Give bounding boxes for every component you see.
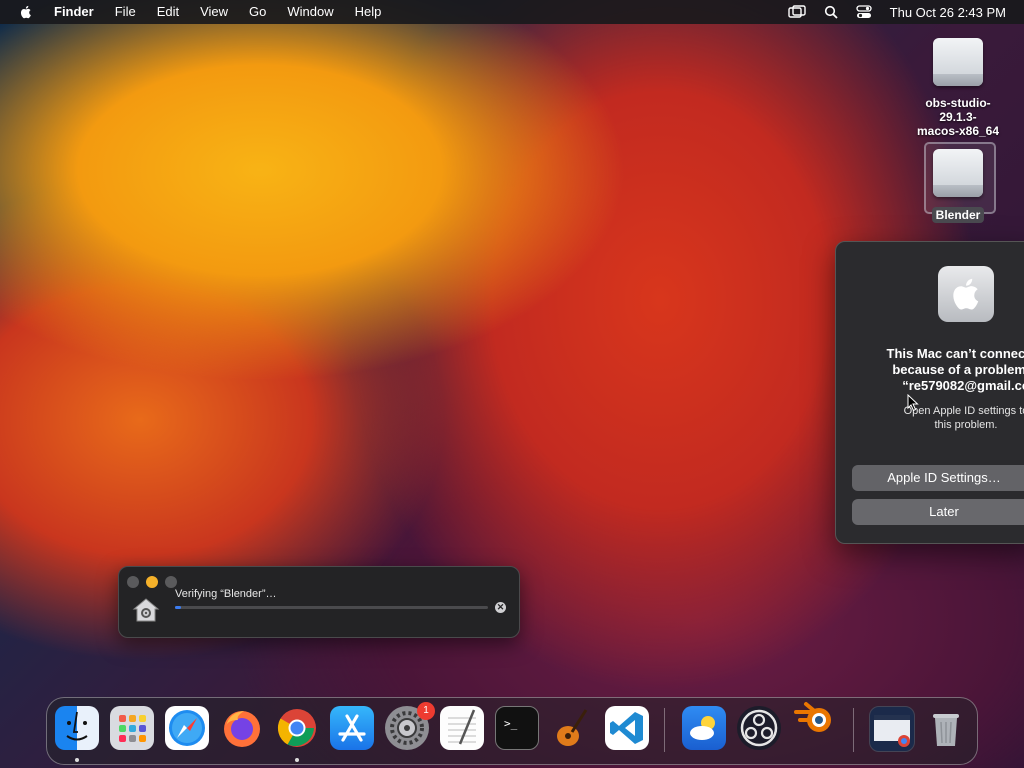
cancel-verify-button[interactable]: ✕ xyxy=(495,602,506,613)
dock-vscode-icon[interactable] xyxy=(605,706,649,750)
alert-title-line: because of a problem w xyxy=(892,362,1024,377)
progress-bar-fill xyxy=(175,606,182,609)
dock-launchpad-icon[interactable] xyxy=(110,706,154,750)
control-center-icon[interactable] xyxy=(856,5,872,19)
menu-view[interactable]: View xyxy=(200,0,228,24)
menu-help[interactable]: Help xyxy=(355,0,382,24)
alert-title: This Mac can’t connect to because of a p… xyxy=(836,346,1024,394)
menu-go[interactable]: Go xyxy=(249,0,266,24)
alert-message: Open Apple ID settings to this problem. xyxy=(836,404,1024,432)
dock-finder-icon[interactable] xyxy=(55,706,99,750)
menu-finder[interactable]: Finder xyxy=(54,0,94,24)
menu-file[interactable]: File xyxy=(115,0,136,24)
dock-trash-icon[interactable] xyxy=(924,706,968,750)
dock-running-indicator xyxy=(75,758,79,762)
verifying-progress-window: Verifying “Blender”… ✕ xyxy=(118,566,520,638)
desktop-icon-label: macos-x86_64 xyxy=(916,124,1000,138)
menu-bar: Finder File Edit View Go Window Help Thu… xyxy=(0,0,1024,24)
apple-id-settings-button[interactable]: Apple ID Settings… xyxy=(852,465,1024,491)
dock-terminal-icon[interactable]: >_ xyxy=(495,706,539,750)
security-house-icon xyxy=(132,598,160,622)
menu-bar-clock[interactable]: Thu Oct 26 2:43 PM xyxy=(890,5,1006,20)
zoom-window-button[interactable] xyxy=(165,576,177,588)
dock-system-settings-icon[interactable]: 1 xyxy=(385,702,435,750)
dock-app-store-icon[interactable] xyxy=(330,706,374,750)
disk-image-icon xyxy=(929,143,987,203)
minimize-window-button[interactable] xyxy=(146,576,158,588)
dock-weather-icon[interactable] xyxy=(682,706,726,750)
menu-edit[interactable]: Edit xyxy=(157,0,179,24)
progress-status-text: Verifying “Blender”… xyxy=(175,588,277,600)
desktop-icon-label: Blender xyxy=(931,207,985,223)
dock-running-indicator xyxy=(295,758,299,762)
alert-title-line: This Mac can’t connect to xyxy=(886,346,1024,361)
dock-obs-icon[interactable] xyxy=(737,706,781,750)
dock-downloads-stack-icon[interactable] xyxy=(869,706,915,752)
notification-badge: 1 xyxy=(417,702,435,720)
dock-textedit-icon[interactable] xyxy=(440,706,484,750)
apple-menu-icon[interactable] xyxy=(18,4,34,20)
menu-window[interactable]: Window xyxy=(287,0,333,24)
screen-mirroring-icon[interactable] xyxy=(787,5,806,19)
dock-firefox-icon[interactable] xyxy=(220,706,264,750)
spotlight-search-icon[interactable] xyxy=(824,5,838,19)
desktop-icon-obs-dmg[interactable]: obs-studio-29.1.3- macos-x86_64 xyxy=(908,32,1008,138)
dock-safari-icon[interactable] xyxy=(165,706,209,750)
close-window-button[interactable] xyxy=(127,576,139,588)
alert-message-line: this problem. xyxy=(934,419,998,431)
mouse-pointer-icon xyxy=(907,394,919,412)
alert-title-line: “re579082@gmail.co xyxy=(902,378,1024,393)
dock: 1 >_ xyxy=(46,697,978,765)
progress-bar xyxy=(175,606,488,609)
dock-garageband-icon[interactable] xyxy=(550,706,594,750)
desktop-icon-label: obs-studio-29.1.3- xyxy=(925,96,991,124)
svg-text:>_: >_ xyxy=(504,717,518,730)
later-button[interactable]: Later xyxy=(852,499,1024,525)
dock-separator xyxy=(664,708,665,752)
desktop-icon-blender-volume[interactable]: Blender xyxy=(908,143,1008,223)
alert-message-line: Open Apple ID settings to xyxy=(903,405,1024,417)
dock-chrome-icon[interactable] xyxy=(275,706,319,750)
dock-blender-icon[interactable] xyxy=(792,698,836,742)
disk-image-icon xyxy=(929,32,987,92)
dock-separator xyxy=(853,708,854,752)
apple-logo-icon xyxy=(938,266,994,322)
apple-id-alert-dialog: This Mac can’t connect to because of a p… xyxy=(835,241,1024,544)
